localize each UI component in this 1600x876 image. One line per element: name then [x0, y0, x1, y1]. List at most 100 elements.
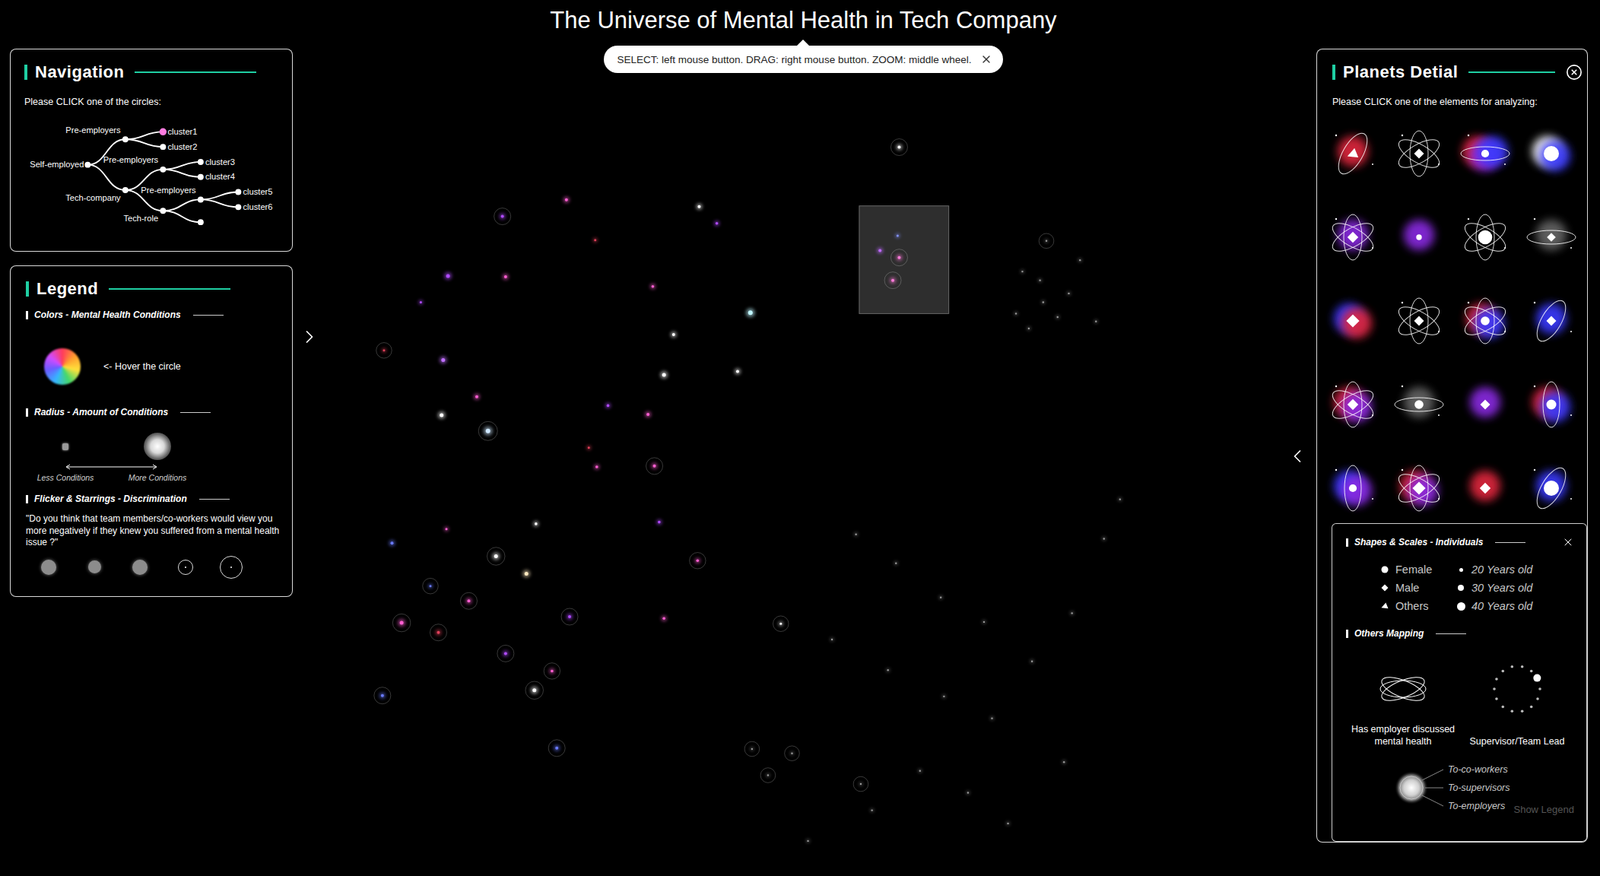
- star[interactable]: [806, 839, 810, 844]
- close-icon[interactable]: [980, 53, 993, 66]
- star[interactable]: [917, 768, 922, 773]
- planet[interactable]: [1321, 457, 1384, 519]
- planet-icon[interactable]: [1322, 290, 1384, 352]
- planet[interactable]: [1387, 123, 1450, 185]
- tree-node[interactable]: cluster6: [234, 202, 273, 212]
- planet-icon[interactable]: [1520, 290, 1582, 352]
- planet[interactable]: [1520, 457, 1583, 519]
- star[interactable]: [586, 445, 591, 451]
- planet-icon[interactable]: [1388, 374, 1450, 435]
- star[interactable]: [656, 519, 662, 525]
- star[interactable]: [438, 411, 446, 420]
- star[interactable]: [650, 283, 656, 289]
- show-legend-button[interactable]: Show Legend: [1513, 803, 1575, 816]
- planet-icon[interactable]: [1454, 457, 1516, 519]
- star[interactable]: [890, 139, 908, 156]
- star[interactable]: [429, 624, 447, 642]
- planet[interactable]: [1520, 374, 1583, 435]
- star[interactable]: [1006, 821, 1010, 826]
- star[interactable]: [473, 393, 480, 400]
- star[interactable]: [593, 463, 600, 470]
- star[interactable]: [1014, 311, 1019, 316]
- expand-right-button[interactable]: [298, 48, 321, 348]
- star[interactable]: [376, 342, 392, 359]
- star[interactable]: [593, 238, 598, 243]
- planet[interactable]: [1520, 206, 1583, 268]
- tree-node[interactable]: Pre-employers: [103, 155, 166, 173]
- star[interactable]: [894, 561, 899, 566]
- star[interactable]: [1026, 326, 1031, 331]
- star[interactable]: [439, 355, 448, 364]
- planet-icon[interactable]: [1388, 206, 1450, 268]
- star[interactable]: [605, 403, 611, 409]
- star[interactable]: [502, 273, 509, 280]
- star[interactable]: [990, 716, 994, 721]
- star[interactable]: [392, 613, 411, 632]
- star[interactable]: [388, 539, 395, 547]
- planet[interactable]: [1454, 123, 1517, 185]
- color-wheel[interactable]: [44, 348, 81, 385]
- planet-icon[interactable]: [1520, 206, 1582, 268]
- close-panel-button[interactable]: [1565, 63, 1583, 81]
- star[interactable]: [1101, 536, 1106, 541]
- star[interactable]: [746, 307, 756, 318]
- star[interactable]: [460, 592, 477, 610]
- planet-icon[interactable]: [1322, 206, 1384, 268]
- star[interactable]: [533, 520, 539, 527]
- star[interactable]: [486, 547, 505, 566]
- star[interactable]: [422, 577, 439, 594]
- planet-icon[interactable]: [1454, 123, 1516, 185]
- planet[interactable]: [1520, 123, 1583, 185]
- star[interactable]: [1078, 258, 1083, 263]
- planet-icon[interactable]: [1388, 290, 1450, 352]
- star[interactable]: [563, 196, 570, 204]
- planet-icon[interactable]: [1520, 457, 1582, 519]
- star[interactable]: [497, 644, 515, 662]
- star[interactable]: [853, 532, 858, 537]
- planet[interactable]: [1387, 290, 1450, 352]
- star[interactable]: [869, 808, 874, 813]
- star[interactable]: [670, 331, 677, 338]
- star[interactable]: [1069, 611, 1074, 616]
- star[interactable]: [444, 272, 452, 280]
- star[interactable]: [744, 741, 760, 757]
- tree-node[interactable]: Tech-role: [123, 207, 166, 223]
- star[interactable]: [646, 457, 664, 475]
- tree-node[interactable]: cluster3: [197, 157, 235, 167]
- star[interactable]: [689, 552, 706, 569]
- star[interactable]: [1038, 233, 1054, 249]
- star[interactable]: [885, 668, 890, 673]
- star[interactable]: [522, 570, 531, 578]
- star[interactable]: [760, 768, 776, 784]
- planet-icon[interactable]: [1388, 457, 1450, 519]
- tree-node[interactable]: [197, 219, 204, 226]
- close-icon[interactable]: [1561, 536, 1575, 549]
- star[interactable]: [1055, 315, 1060, 320]
- star[interactable]: [853, 776, 869, 792]
- star[interactable]: [444, 526, 449, 532]
- planet[interactable]: [1321, 206, 1384, 268]
- star[interactable]: [1066, 292, 1071, 296]
- star[interactable]: [734, 368, 741, 375]
- star[interactable]: [1038, 278, 1042, 283]
- planet-icon[interactable]: [1322, 123, 1384, 185]
- star[interactable]: [561, 608, 578, 626]
- close-circle-icon[interactable]: [1565, 63, 1583, 81]
- tree-node[interactable]: Self-employed: [29, 159, 91, 169]
- tree-node[interactable]: Tech-company: [65, 187, 129, 203]
- planet-icon[interactable]: [1520, 374, 1582, 435]
- star[interactable]: [548, 739, 566, 757]
- planet-icon[interactable]: [1322, 374, 1384, 435]
- star[interactable]: [830, 638, 835, 642]
- star[interactable]: [714, 220, 720, 226]
- selection-brush[interactable]: [859, 206, 950, 315]
- tree-node[interactable]: cluster2: [159, 142, 197, 152]
- planet-icon[interactable]: [1388, 123, 1450, 185]
- star[interactable]: [939, 595, 943, 600]
- planet[interactable]: [1454, 290, 1517, 352]
- planet[interactable]: [1454, 457, 1517, 519]
- close-hint-button[interactable]: [980, 53, 993, 66]
- star[interactable]: [942, 694, 947, 699]
- chevron-left-icon[interactable]: [1286, 445, 1308, 467]
- star[interactable]: [494, 208, 512, 226]
